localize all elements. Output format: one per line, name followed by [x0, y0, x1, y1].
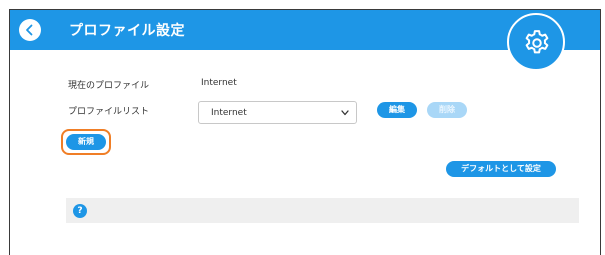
help-icon[interactable]: ?: [73, 204, 87, 218]
new-button[interactable]: 新規: [66, 134, 106, 150]
app-window: プロファイル設定 現在のプロファイル Internet プロファイルリスト In…: [9, 9, 601, 255]
settings-button[interactable]: [507, 13, 565, 71]
back-button[interactable]: [19, 19, 41, 41]
gear-icon: [525, 30, 549, 54]
current-profile-value: Internet: [201, 78, 237, 88]
chevron-down-icon: [341, 110, 349, 116]
profile-list-selected-value: Internet: [211, 108, 247, 118]
set-default-button[interactable]: デフォルトとして設定: [446, 161, 556, 177]
page-title: プロファイル設定: [69, 23, 185, 39]
chevron-left-icon: [26, 24, 33, 36]
profile-list-select[interactable]: Internet: [198, 101, 357, 124]
profile-list-label: プロファイルリスト: [68, 107, 150, 117]
help-bar: ?: [66, 198, 579, 223]
current-profile-label: 現在のプロファイル: [68, 81, 150, 91]
edit-button[interactable]: 編集: [377, 102, 417, 118]
delete-button[interactable]: 削除: [427, 102, 467, 118]
